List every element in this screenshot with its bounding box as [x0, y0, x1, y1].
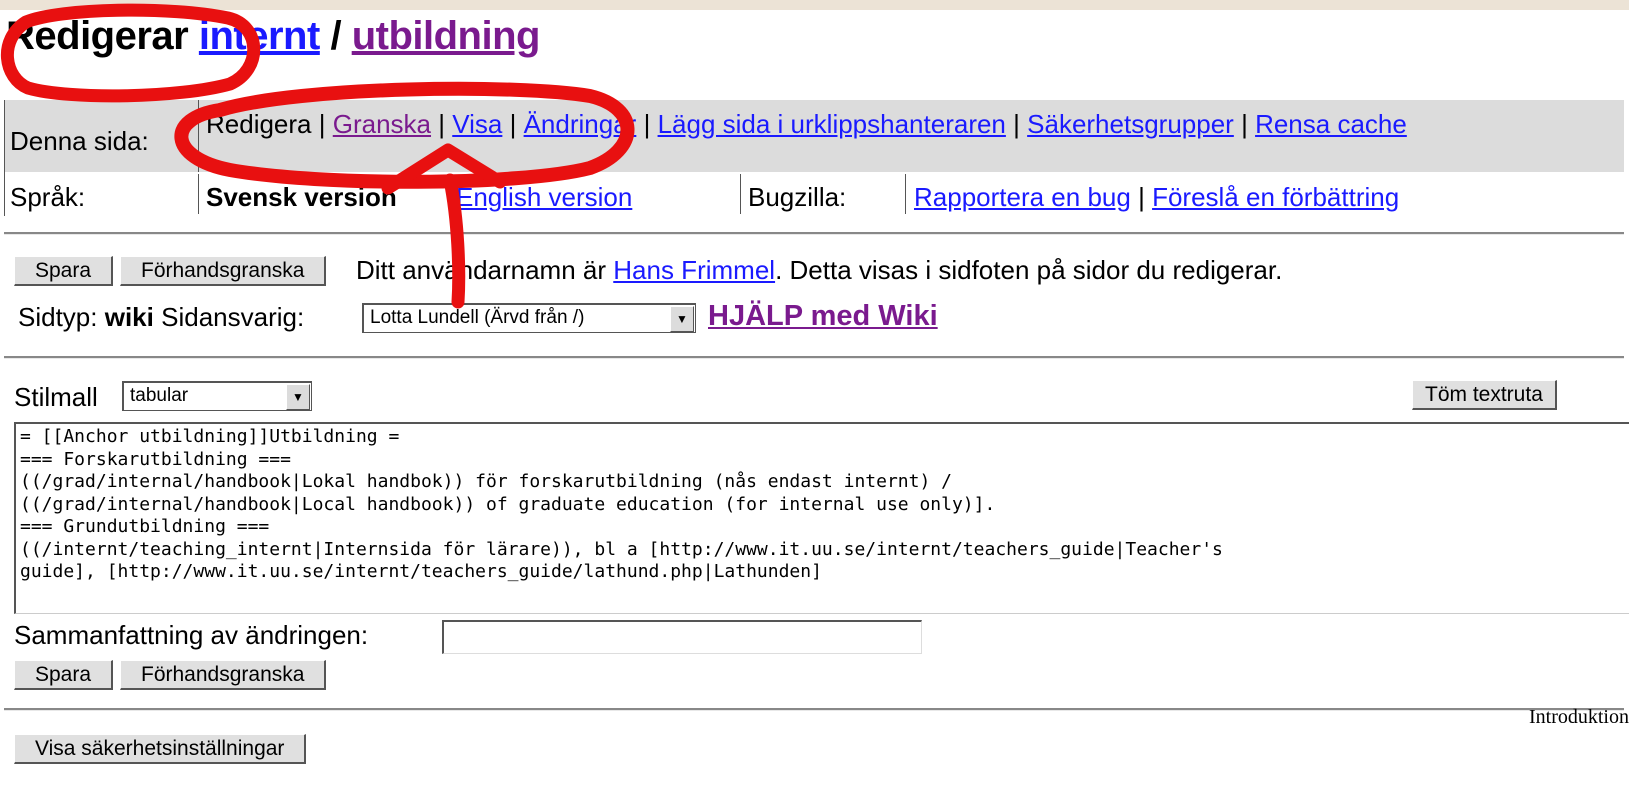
action-granska[interactable]: Granska — [333, 109, 431, 139]
divider — [4, 356, 1624, 359]
show-security-settings-button[interactable]: Visa säkerhetsinställningar — [14, 734, 307, 764]
username-notice-prefix: Ditt användarnamn är — [356, 255, 607, 285]
style-template-select[interactable]: tabular ▼ — [122, 381, 312, 411]
action-sakerhetsgrupper[interactable]: Säkerhetsgrupper — [1027, 109, 1234, 139]
divider — [740, 174, 741, 214]
owner-select-value: Lotta Lundell (Ärvd från /) — [370, 307, 585, 328]
page-type: Sidtyp: wiki Sidansvarig: — [18, 302, 304, 333]
separator: | — [1241, 109, 1248, 139]
language-label: Språk: — [10, 182, 86, 212]
owner-label: Sidansvarig: — [161, 302, 305, 332]
help-wiki-link[interactable]: HJÄLP med Wiki — [708, 300, 938, 333]
separator: | — [1138, 182, 1145, 212]
swedish-version: Svensk version — [206, 182, 397, 212]
preview-button-bottom[interactable]: Förhandsgranska — [120, 660, 327, 690]
divider — [4, 100, 5, 216]
divider — [905, 174, 906, 214]
username-notice-suffix: . Detta visas i sidfoten på sidor du red… — [775, 255, 1283, 285]
username-notice: Ditt användarnamn är Hans Frimmel. Detta… — [356, 255, 1282, 286]
title-link-utbildning[interactable]: utbildning — [352, 14, 541, 58]
separator: | — [438, 109, 446, 139]
action-rensa-cache[interactable]: Rensa cache — [1255, 109, 1407, 139]
bugzilla-links: Rapportera en bug | Föreslå en förbättri… — [914, 182, 1399, 213]
summary-label: Sammanfattning av ändringen: — [14, 620, 369, 650]
username-link[interactable]: Hans Frimmel — [613, 255, 775, 285]
separator: | — [1013, 109, 1020, 139]
summary-input[interactable] — [442, 620, 922, 654]
divider — [4, 232, 1624, 235]
chevron-down-icon: ▼ — [286, 384, 310, 410]
page-actions-label: Denna sida: — [10, 126, 149, 156]
english-version-link[interactable]: English version — [456, 182, 632, 213]
style-template-value: tabular — [130, 385, 189, 406]
owner-select[interactable]: Lotta Lundell (Ärvd från /) ▼ — [362, 303, 696, 333]
report-bug-link[interactable]: Rapportera en bug — [914, 182, 1131, 212]
page-type-value: wiki — [104, 302, 154, 332]
action-redigera: Redigera — [206, 109, 312, 139]
separator: | — [509, 109, 517, 139]
page-title: Redigerar internt / utbildning — [6, 14, 540, 59]
page-actions: Redigera | Granska | Visa | Ändringar | … — [206, 108, 1616, 140]
separator: | — [318, 109, 326, 139]
bugzilla-label: Bugzilla: — [748, 182, 847, 212]
action-andringar[interactable]: Ändringar — [524, 109, 637, 139]
style-template-label: Stilmall — [14, 382, 98, 412]
footer-link: Introduktion — [1529, 706, 1629, 728]
chevron-down-icon: ▼ — [670, 306, 694, 332]
wiki-content-textarea[interactable]: = [[Anchor utbildning]]Utbildning = === … — [14, 422, 1629, 614]
action-urklipp[interactable]: Lägg sida i urklippshanteraren — [658, 109, 1006, 139]
page-type-label: Sidtyp: — [18, 302, 98, 332]
divider — [198, 100, 199, 172]
suggest-improvement-link[interactable]: Föreslå en förbättring — [1152, 182, 1399, 212]
save-button[interactable]: Spara — [14, 256, 114, 286]
title-separator: / — [330, 14, 342, 58]
title-link-internt[interactable]: internt — [199, 14, 320, 58]
title-prefix: Redigerar — [6, 14, 189, 58]
action-visa[interactable]: Visa — [452, 109, 502, 139]
divider — [4, 708, 1624, 711]
preview-button[interactable]: Förhandsgranska — [120, 256, 327, 286]
clear-textarea-button[interactable]: Töm textruta — [1412, 380, 1557, 410]
divider — [198, 174, 199, 214]
separator: | — [643, 109, 651, 139]
save-button-bottom[interactable]: Spara — [14, 660, 114, 690]
